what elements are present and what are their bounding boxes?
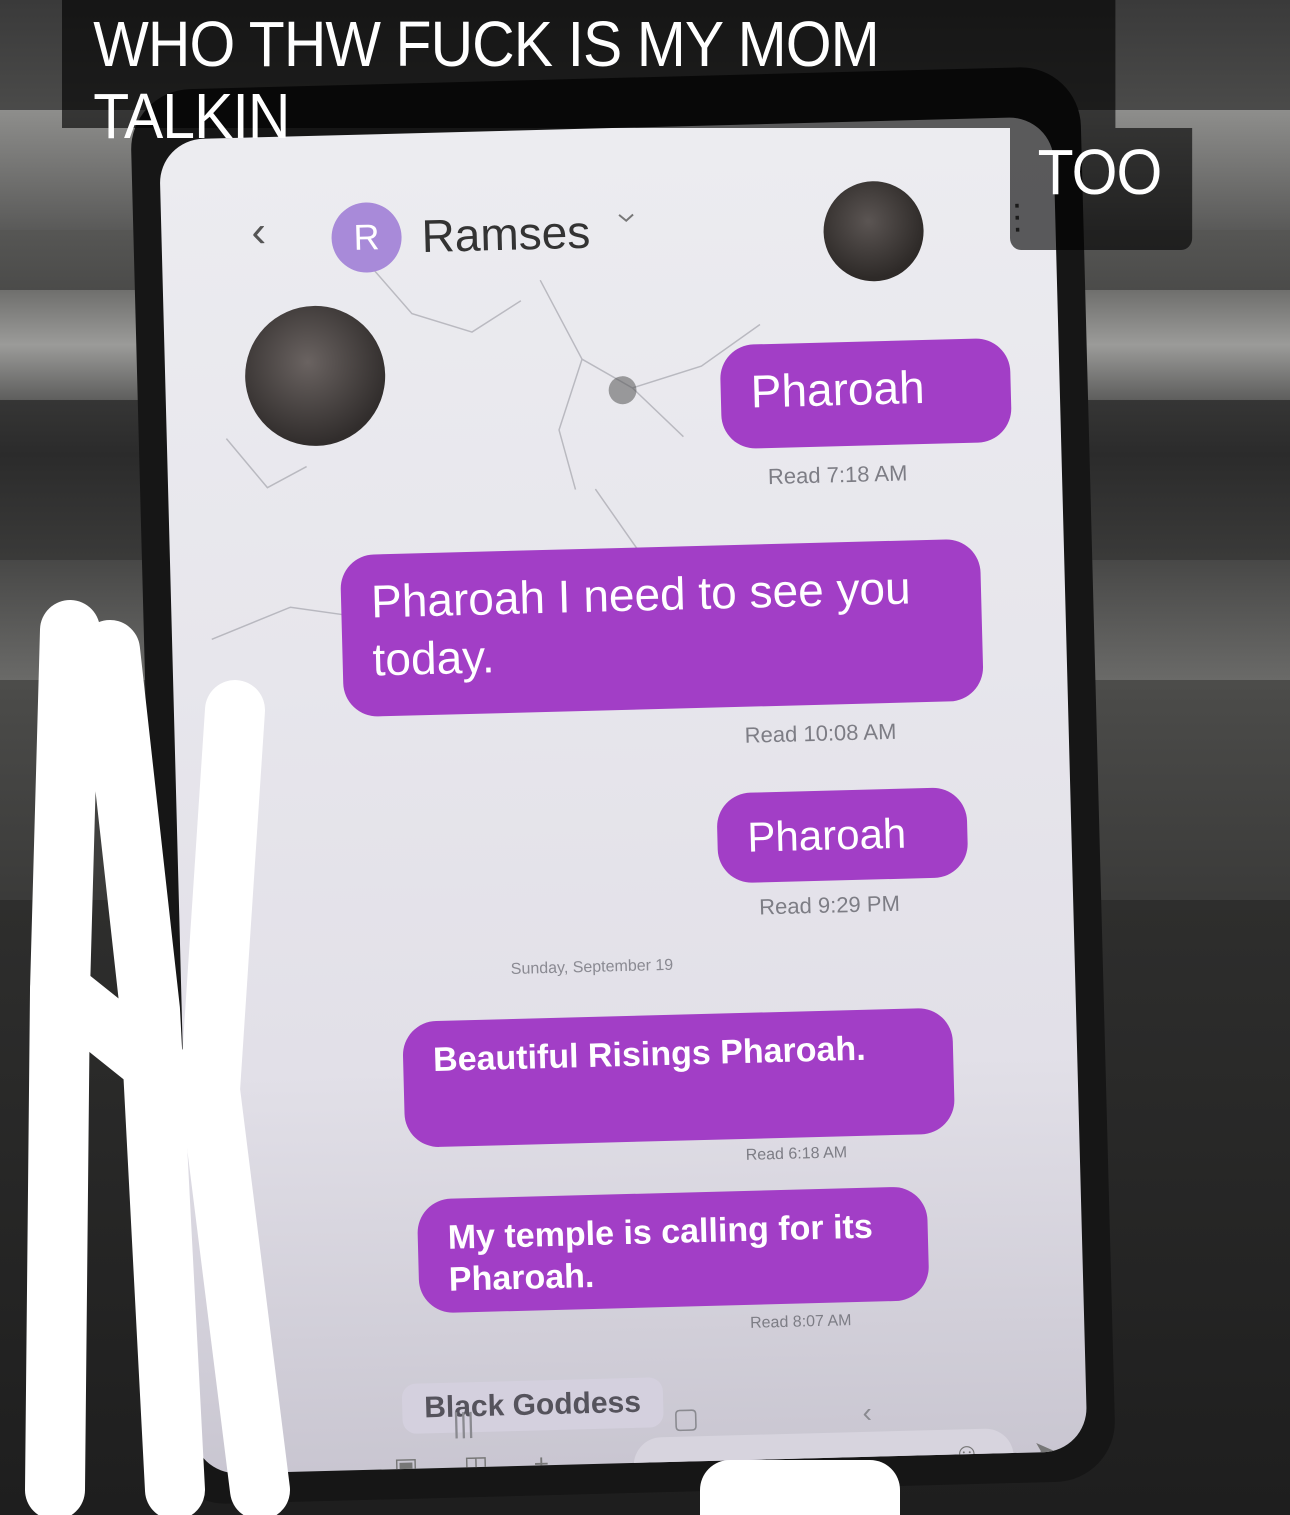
message-bubble[interactable]: Beautiful Risings Pharoah. bbox=[402, 1007, 956, 1148]
message-status: Read 7:18 AM bbox=[767, 460, 908, 490]
profile-photo bbox=[822, 179, 925, 283]
white-scribble bbox=[700, 1460, 900, 1515]
chevron-left-icon[interactable]: ‹ bbox=[251, 207, 267, 257]
contact-avatar[interactable]: R bbox=[330, 201, 403, 274]
contact-photo bbox=[243, 304, 387, 448]
message-bubble[interactable]: My temple is calling for its Pharoah. bbox=[416, 1186, 930, 1314]
conversation-header: ‹ R Ramses ··· bbox=[220, 178, 1024, 283]
message-bubble[interactable]: Pharoah bbox=[716, 787, 969, 884]
chevron-down-icon[interactable] bbox=[616, 207, 637, 228]
back-nav-icon[interactable]: ‹ bbox=[862, 1397, 872, 1429]
message-bubble[interactable]: Pharoah bbox=[719, 337, 1013, 450]
home-icon[interactable]: ▢ bbox=[672, 1401, 699, 1435]
send-icon[interactable]: ➤ bbox=[1033, 1435, 1056, 1467]
day-separator: Sunday, September 19 bbox=[510, 956, 674, 978]
white-scribble bbox=[25, 600, 290, 1515]
message-status: Read 8:07 AM bbox=[749, 1312, 852, 1332]
caption-line-1: WHO THW FUCK IS MY MOM TALKIN bbox=[62, 0, 1116, 152]
message-status: Read 10:08 AM bbox=[744, 718, 897, 748]
caption-line-2: TOO bbox=[1010, 128, 1193, 250]
message-status: Read 6:18 AM bbox=[745, 1144, 848, 1164]
recent-apps-icon[interactable]: ||| bbox=[452, 1407, 475, 1440]
message-status: Read 9:29 PM bbox=[758, 890, 901, 920]
contact-name[interactable]: Ramses bbox=[421, 205, 591, 263]
message-bubble[interactable]: Pharoah I need to see you today. bbox=[339, 538, 984, 718]
